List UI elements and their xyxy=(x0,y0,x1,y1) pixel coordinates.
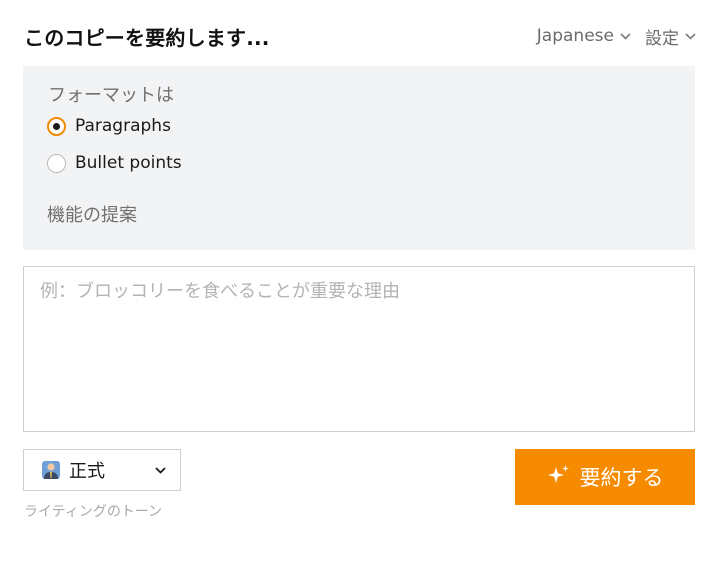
business-person-icon xyxy=(40,459,62,481)
tone-caption: ライティングのトーン xyxy=(24,504,163,520)
summarize-label: 要約する xyxy=(579,466,664,490)
feature-suggestion-link[interactable]: 機能の提案 xyxy=(47,201,137,227)
tone-select[interactable]: 正式 xyxy=(23,449,181,491)
chevron-down-icon xyxy=(155,466,166,474)
format-label: フォーマットは xyxy=(48,85,174,106)
language-dropdown[interactable]: Japanese xyxy=(537,26,631,46)
page-title: このコピーを要約します... xyxy=(24,25,270,50)
tone-value: 正式 xyxy=(69,461,105,482)
header-controls: Japanese 設定 xyxy=(537,24,696,49)
chevron-down-icon xyxy=(620,32,631,40)
copy-input[interactable] xyxy=(23,266,695,432)
format-option-bullet-points[interactable]: Bullet points xyxy=(47,153,182,173)
settings-dropdown[interactable]: 設定 xyxy=(645,24,696,49)
settings-label: 設定 xyxy=(645,28,679,49)
radio-checked-icon[interactable] xyxy=(47,116,66,136)
chevron-down-icon xyxy=(685,32,696,40)
summarize-button[interactable]: 要約する xyxy=(515,449,695,505)
sparkles-icon xyxy=(547,463,571,492)
format-option-paragraphs[interactable]: Paragraphs xyxy=(47,116,171,136)
header: このコピーを要約します... Japanese 設定 xyxy=(24,20,696,52)
radio-label-bullet-points: Bullet points xyxy=(75,153,182,173)
language-label: Japanese xyxy=(536,26,614,46)
radio-unchecked-icon[interactable] xyxy=(47,153,66,173)
radio-label-paragraphs: Paragraphs xyxy=(75,116,171,136)
